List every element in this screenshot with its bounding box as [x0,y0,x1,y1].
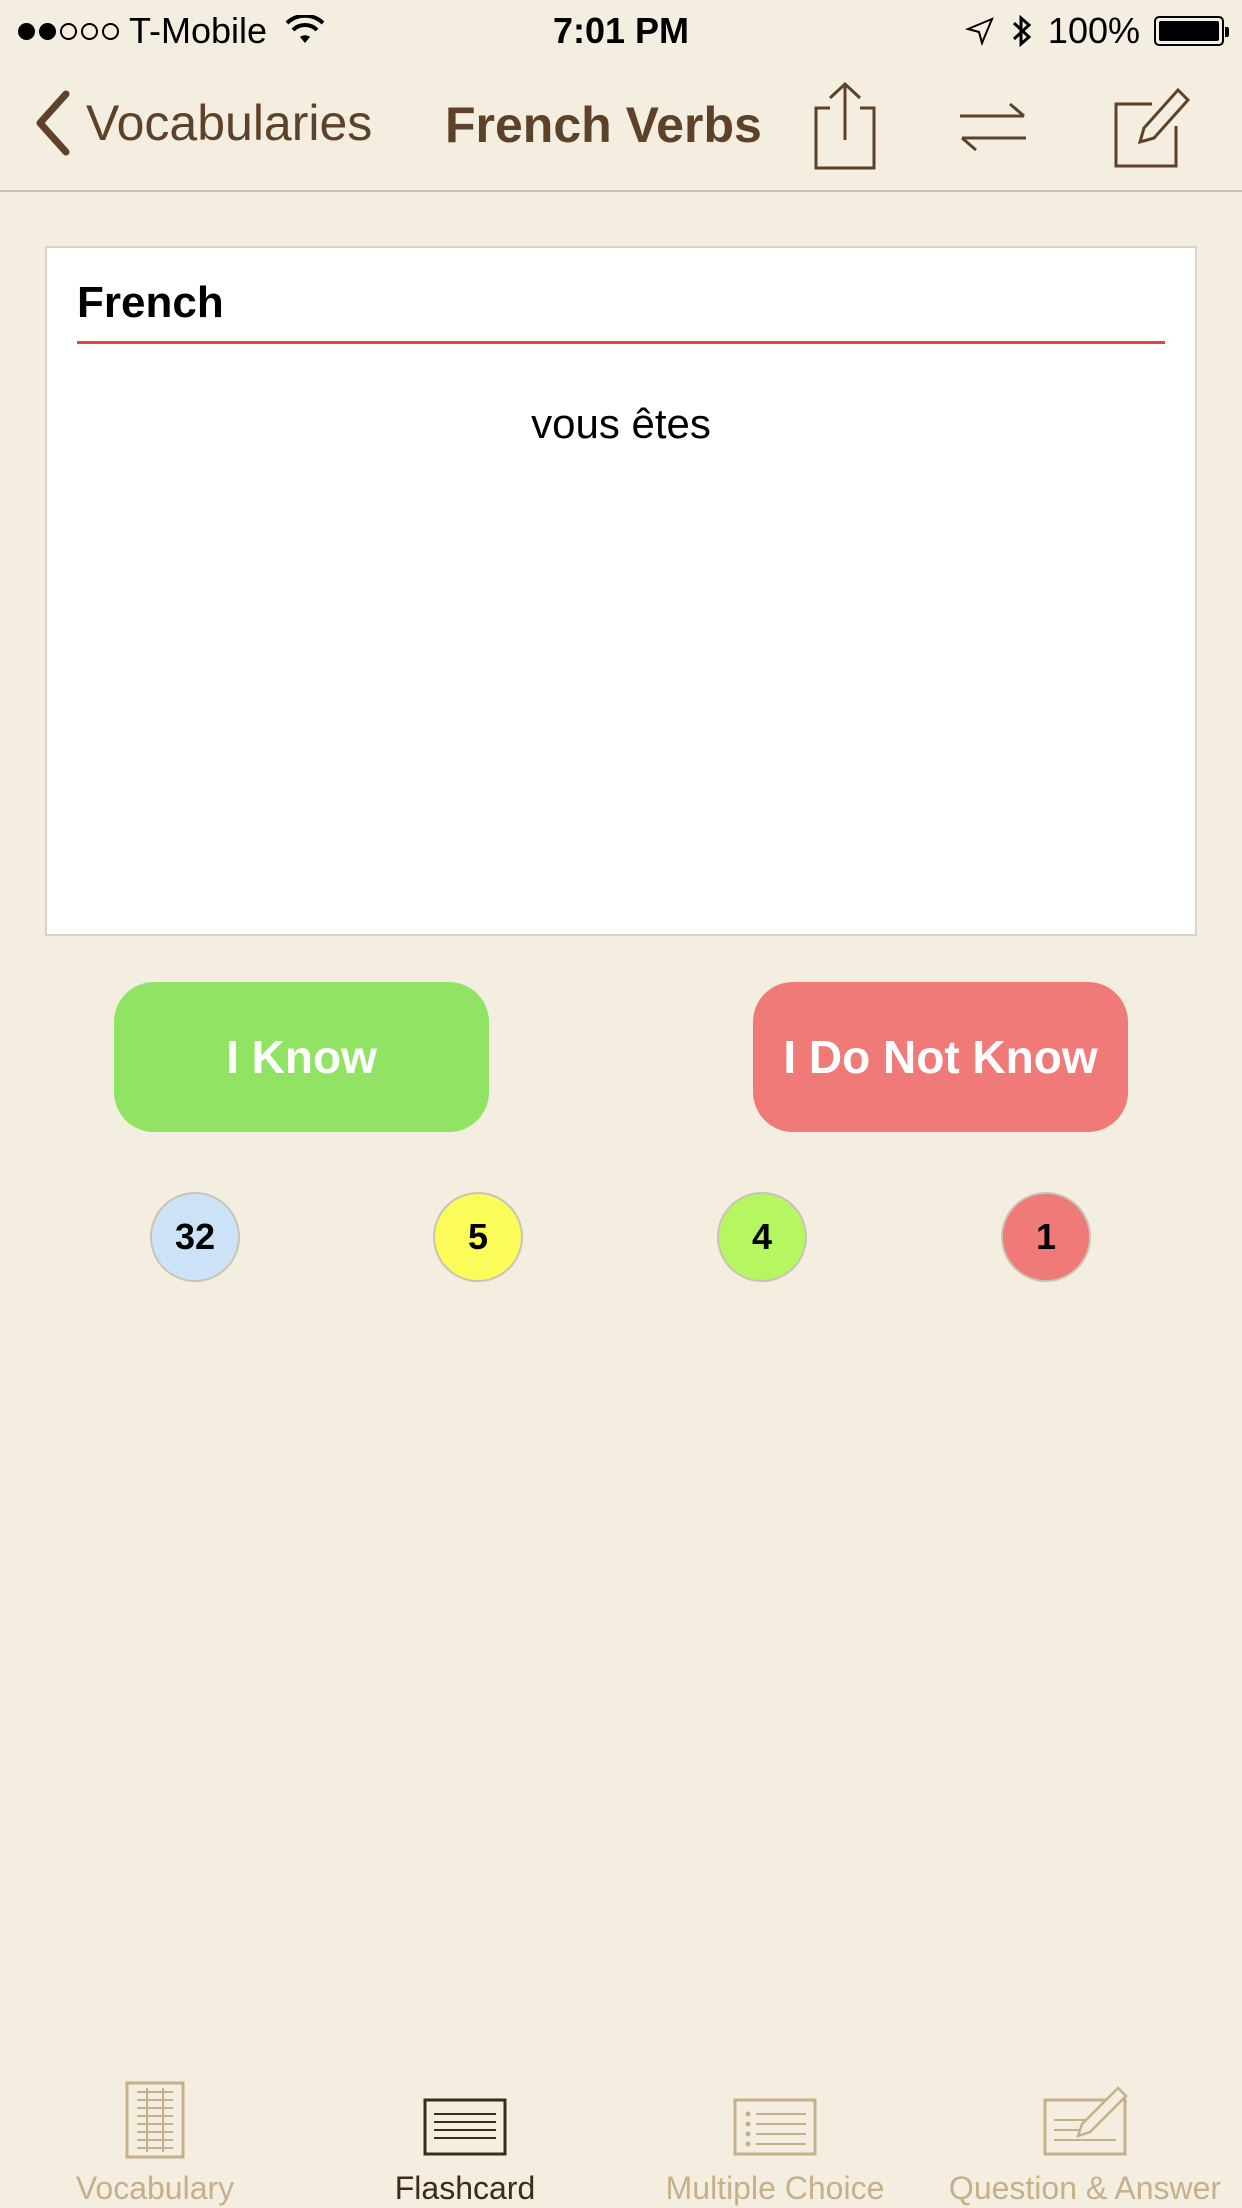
counter-known: 4 [717,1192,807,1282]
tab-vocabulary[interactable]: Vocabulary [0,2060,310,2208]
page-title: French Verbs [445,97,762,153]
back-label: Vocabularies [86,95,373,151]
chevron-left-icon [36,90,70,156]
flashcard[interactable]: French vous êtes [45,246,1197,936]
list-icon [733,2098,817,2156]
i-do-not-know-button[interactable]: I Do Not Know [753,982,1128,1132]
navigation-bar: Vocabularies French Verbs [0,60,1242,192]
counter-unknown: 1 [1001,1192,1091,1282]
status-right: 100% [964,10,1229,52]
card-divider [77,341,1165,344]
swap-icon[interactable] [948,80,1038,170]
edit-card-icon [1043,2086,1128,2156]
compose-icon[interactable] [1100,80,1190,170]
location-arrow-icon [964,17,994,47]
counter-total: 32 [150,1192,240,1282]
tab-flashcard[interactable]: Flashcard [310,2060,620,2208]
battery-icon [1154,16,1229,46]
tab-bar: Vocabulary Flashcard Multiple Choice Que… [0,2060,1242,2208]
counter-yellow: 5 [433,1192,523,1282]
tab-question-answer-label: Question & Answer [948,2170,1222,2206]
tab-flashcard-label: Flashcard [394,2170,536,2206]
share-icon[interactable] [800,80,890,170]
tab-multiple-choice-label: Multiple Choice [665,2170,885,2206]
flashcard-icon [423,2098,507,2156]
tab-multiple-choice[interactable]: Multiple Choice [620,2060,930,2208]
card-word: vous êtes [531,400,711,447]
book-icon [125,2081,185,2159]
card-language: French [77,278,224,327]
status-bar: T-Mobile 7:01 PM 100% [0,0,1242,60]
bluetooth-icon [1012,14,1032,48]
i-know-button[interactable]: I Know [114,982,489,1132]
tab-question-answer[interactable]: Question & Answer [930,2060,1240,2208]
tab-vocabulary-label: Vocabulary [75,2170,235,2206]
back-button[interactable]: Vocabularies [32,90,372,156]
battery-percent: 100% [1047,10,1140,51]
